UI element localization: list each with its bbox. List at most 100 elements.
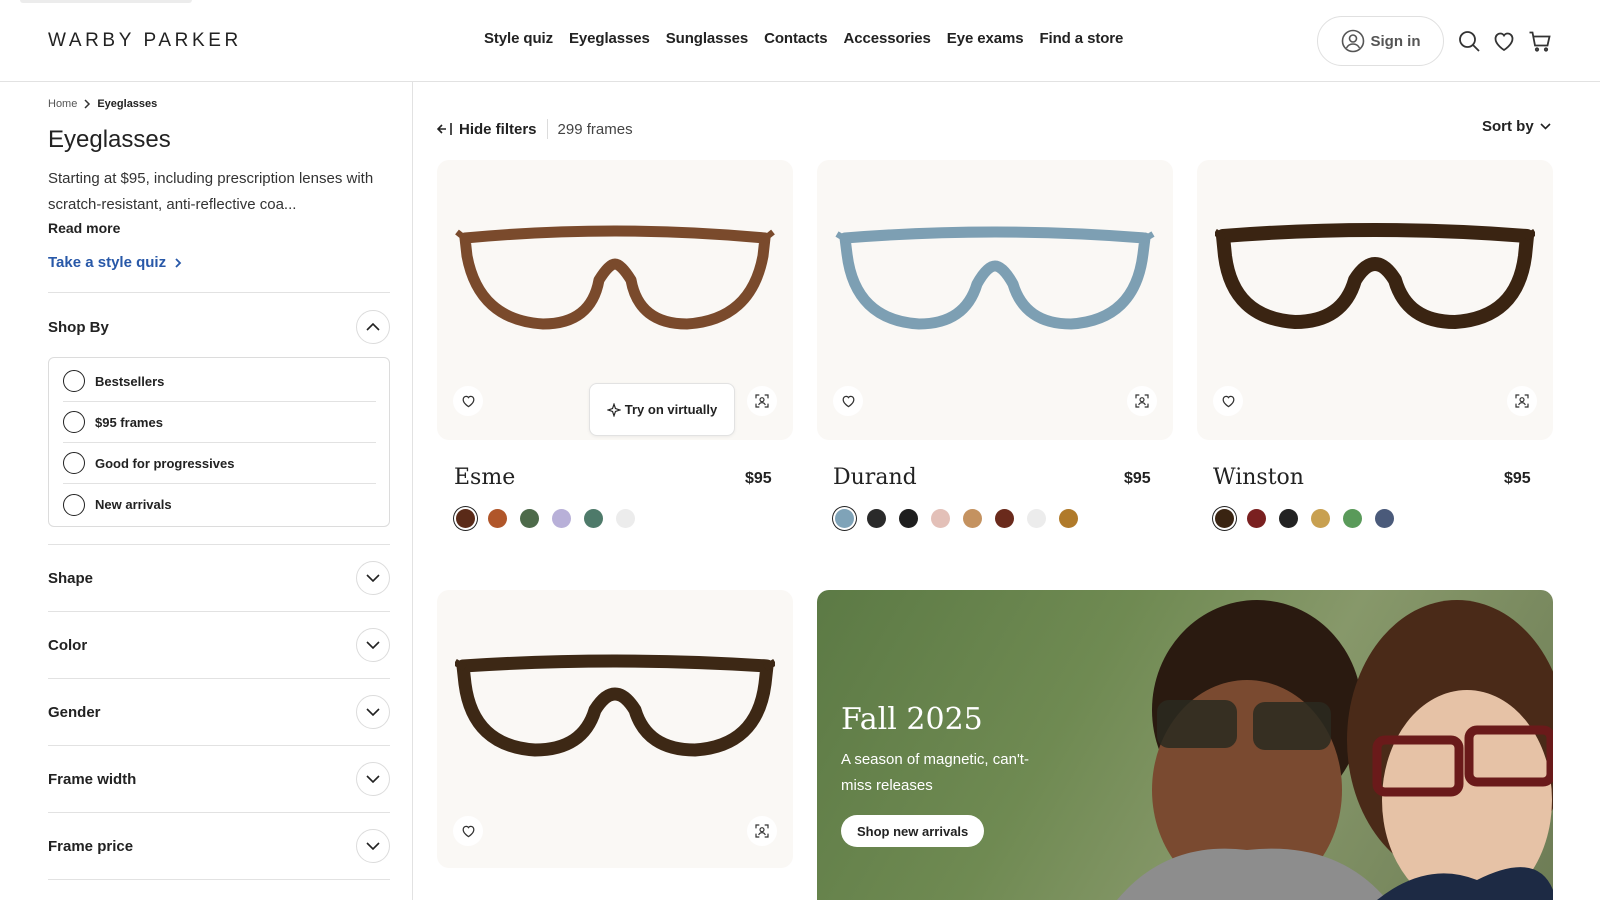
expand-button[interactable]	[356, 695, 390, 729]
expand-button[interactable]	[356, 762, 390, 796]
option-label: New arrivals	[95, 497, 172, 512]
shop-new-arrivals-button[interactable]: Shop new arrivals	[841, 815, 985, 847]
expand-button[interactable]	[356, 561, 390, 595]
swatch[interactable]	[835, 509, 854, 528]
nav-style-quiz[interactable]: Style quiz	[484, 30, 553, 47]
sign-in-button[interactable]: Sign in	[1317, 16, 1444, 66]
heart-icon	[842, 395, 854, 408]
swatch[interactable]	[867, 509, 886, 528]
swatch[interactable]	[520, 509, 539, 528]
results-toolbar: Hide filters 299 frames	[437, 114, 633, 144]
radio-button[interactable]	[63, 493, 85, 516]
shop-by-header[interactable]: Shop By	[48, 310, 390, 344]
virtual-try-on-button[interactable]	[1507, 386, 1537, 416]
swatch[interactable]	[584, 509, 603, 528]
color-swatches	[456, 509, 635, 528]
eyeglasses-image	[455, 654, 775, 757]
nav-find-a-store[interactable]: Find a store	[1039, 30, 1123, 47]
breadcrumb-home[interactable]: Home	[48, 98, 77, 110]
virtual-try-on-button[interactable]	[1127, 386, 1157, 416]
virtual-try-on-button[interactable]	[747, 386, 777, 416]
try-on-virtually-tooltip[interactable]: Try on virtually	[589, 383, 735, 436]
swatch[interactable]	[1059, 509, 1078, 528]
expand-button[interactable]	[356, 829, 390, 863]
product-name[interactable]: Winston	[1213, 465, 1304, 490]
nav-contacts[interactable]: Contacts	[764, 30, 827, 47]
swatch[interactable]	[995, 509, 1014, 528]
virtual-try-on-button[interactable]	[747, 816, 777, 846]
swatch[interactable]	[1027, 509, 1046, 528]
swatch[interactable]	[488, 509, 507, 528]
swatch[interactable]	[1215, 509, 1234, 528]
filter-gender[interactable]: Gender	[48, 695, 390, 729]
filter-color[interactable]: Color	[48, 628, 390, 662]
chevron-down-icon	[366, 641, 380, 649]
result-count: 299 frames	[557, 120, 633, 138]
heart-icon	[1222, 395, 1234, 408]
product-name[interactable]: Durand	[833, 465, 917, 490]
chevron-down-icon	[366, 708, 380, 716]
swatch[interactable]	[552, 509, 571, 528]
swatch[interactable]	[1311, 509, 1330, 528]
swatch[interactable]	[1375, 509, 1394, 528]
face-scan-icon	[755, 824, 769, 838]
radio-button[interactable]	[63, 411, 85, 433]
face-scan-icon	[1515, 394, 1529, 408]
product-card-durand[interactable]	[817, 160, 1173, 440]
swatch[interactable]	[456, 509, 475, 528]
radio-button[interactable]	[63, 452, 85, 474]
favorite-button[interactable]	[453, 386, 483, 416]
divider	[48, 812, 390, 813]
swatch[interactable]	[899, 509, 918, 528]
shop-by-label: Shop By	[48, 318, 109, 336]
chevron-down-icon	[366, 775, 380, 783]
swatch[interactable]	[963, 509, 982, 528]
collapse-button[interactable]	[356, 310, 390, 344]
nav-eyeglasses[interactable]: Eyeglasses	[569, 30, 650, 47]
filter-shape[interactable]: Shape	[48, 561, 390, 595]
product-name[interactable]: Esme	[454, 465, 515, 490]
divider	[48, 611, 390, 612]
swatch[interactable]	[1343, 509, 1362, 528]
product-card-winston[interactable]	[1197, 160, 1553, 440]
user-icon	[1341, 29, 1364, 53]
filter-frame-width[interactable]: Frame width	[48, 762, 390, 796]
main-nav: Style quiz Eyeglasses Sunglasses Contact…	[484, 30, 1123, 47]
hide-filters-button[interactable]: Hide filters	[437, 121, 537, 138]
divider	[48, 879, 390, 880]
color-swatches	[835, 509, 1078, 528]
style-quiz-link[interactable]: Take a style quiz	[48, 254, 182, 271]
sort-by-dropdown[interactable]: Sort by	[1482, 118, 1551, 135]
product-card[interactable]	[437, 590, 793, 868]
promo-banner[interactable]: Fall 2025 A season of magnetic, can't-mi…	[817, 590, 1553, 900]
eyeglasses-image	[835, 226, 1155, 330]
logo[interactable]: WARBY PARKER	[48, 30, 242, 52]
radio-button[interactable]	[63, 370, 85, 392]
option-bestsellers[interactable]: Bestsellers	[63, 361, 376, 402]
expand-button[interactable]	[356, 628, 390, 662]
nav-sunglasses[interactable]: Sunglasses	[666, 30, 748, 47]
chevron-right-icon	[175, 257, 182, 268]
filter-label: Color	[48, 636, 88, 654]
chevron-down-icon	[366, 842, 380, 850]
product-price: $95	[1504, 470, 1531, 487]
read-more-link[interactable]: Read more	[48, 220, 120, 236]
swatch[interactable]	[616, 509, 635, 528]
favorite-button[interactable]	[833, 386, 863, 416]
swatch[interactable]	[1247, 509, 1266, 528]
favorite-button[interactable]	[1213, 386, 1243, 416]
sort-by-label: Sort by	[1482, 118, 1534, 135]
sign-in-label: Sign in	[1370, 32, 1421, 50]
favorite-button[interactable]	[453, 816, 483, 846]
search-icon[interactable]	[1457, 29, 1481, 53]
nav-accessories[interactable]: Accessories	[844, 30, 931, 47]
cart-icon[interactable]	[1528, 29, 1552, 53]
option-95-frames[interactable]: $95 frames	[63, 402, 376, 443]
nav-eye-exams[interactable]: Eye exams	[947, 30, 1024, 47]
swatch[interactable]	[931, 509, 950, 528]
filter-frame-price[interactable]: Frame price	[48, 829, 390, 863]
swatch[interactable]	[1279, 509, 1298, 528]
option-good-for-progressives[interactable]: Good for progressives	[63, 443, 376, 484]
option-new-arrivals[interactable]: New arrivals	[63, 484, 376, 525]
heart-icon[interactable]	[1492, 29, 1516, 53]
